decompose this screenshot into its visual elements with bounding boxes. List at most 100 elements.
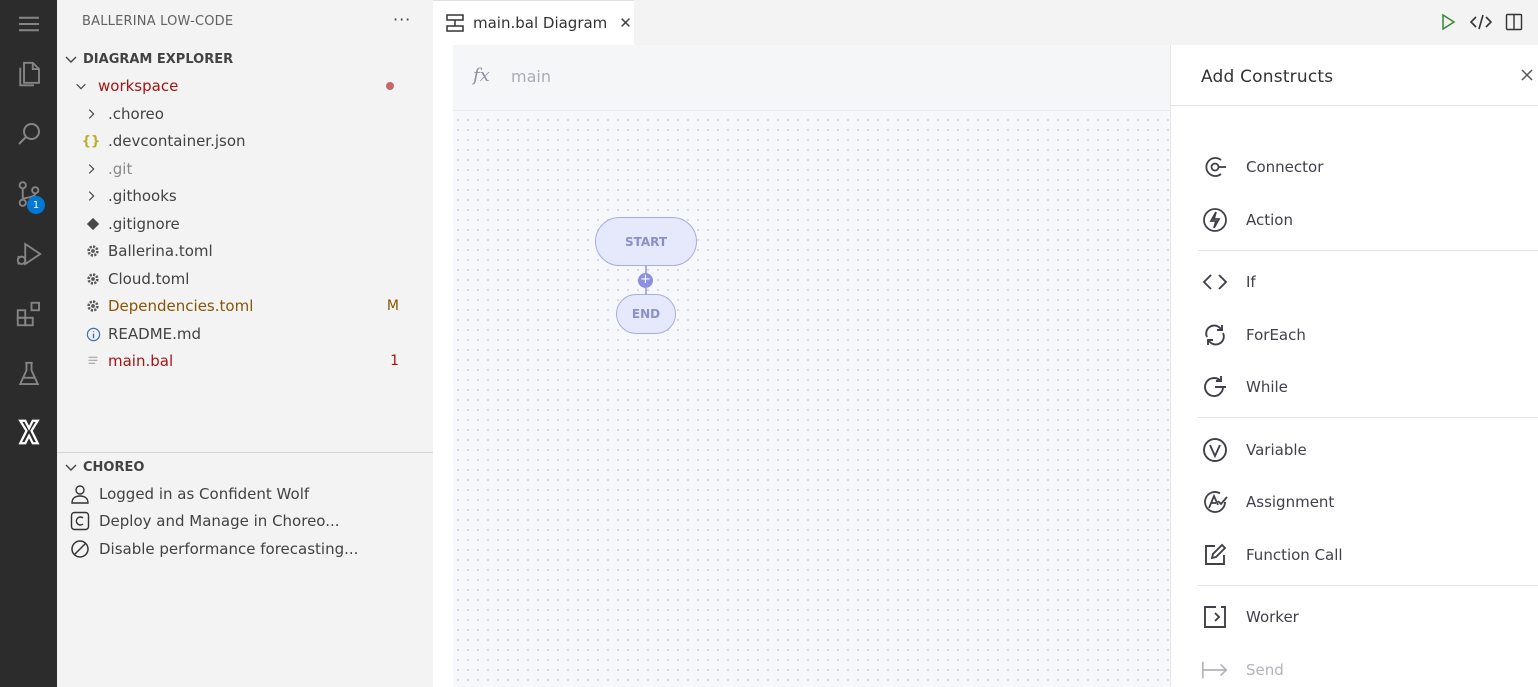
choreo-item-label: Disable performance forecasting... xyxy=(99,540,359,558)
add-construct-plus-button[interactable]: + xyxy=(638,273,653,288)
angle-brackets-icon xyxy=(1201,268,1229,296)
construct-label: Connector xyxy=(1246,158,1324,176)
show-source-icon[interactable] xyxy=(1470,11,1492,33)
construct-connector[interactable]: Connector xyxy=(1201,151,1323,183)
tree-label: Ballerina.toml xyxy=(108,242,213,260)
git-diamond-icon xyxy=(85,216,101,232)
construct-label: Action xyxy=(1246,211,1293,229)
ballerina-icon[interactable] xyxy=(0,408,57,456)
more-actions-icon[interactable]: ··· xyxy=(393,10,411,29)
chevron-right-icon xyxy=(83,106,99,122)
diagram-icon xyxy=(446,14,464,32)
group-divider xyxy=(1198,585,1538,586)
sidebar-title: BALLERINA LOW-CODE xyxy=(82,14,234,29)
diagram-explorer-header[interactable]: DIAGRAM EXPLORER xyxy=(63,48,233,70)
tree-file-dependencies-toml[interactable]: Dependencies.toml M xyxy=(57,293,433,319)
tree-label: Dependencies.toml xyxy=(108,297,254,315)
construct-label: Worker xyxy=(1246,608,1299,626)
choreo-deploy-manage[interactable]: Deploy and Manage in Choreo... xyxy=(69,508,340,534)
diagram-explorer-title: DIAGRAM EXPLORER xyxy=(83,51,234,67)
close-icon[interactable] xyxy=(1519,67,1535,83)
construct-label: Function Call xyxy=(1246,546,1343,564)
diagram-canvas[interactable] xyxy=(453,45,1170,687)
explorer-files-icon[interactable] xyxy=(0,50,57,98)
construct-function-call[interactable]: Function Call xyxy=(1201,539,1343,571)
tree-file-ballerina-toml[interactable]: Ballerina.toml xyxy=(57,238,433,264)
chevron-down-icon xyxy=(73,78,89,94)
construct-label: Assignment xyxy=(1246,493,1335,511)
tree-label: .git xyxy=(108,160,133,178)
run-debug-icon[interactable] xyxy=(0,230,57,278)
tree-file-readme[interactable]: README.md xyxy=(57,321,433,347)
function-fx-icon: fx xyxy=(473,65,490,86)
tree-label: .choreo xyxy=(108,105,164,123)
search-icon[interactable] xyxy=(0,110,57,158)
construct-variable[interactable]: Variable xyxy=(1201,434,1307,466)
choreo-disable-forecasting[interactable]: Disable performance forecasting... xyxy=(69,536,358,562)
end-node[interactable]: END xyxy=(616,294,676,334)
modified-dot-icon xyxy=(386,82,394,90)
start-label: START xyxy=(624,234,668,249)
extensions-icon[interactable] xyxy=(0,290,57,338)
tree-label: .githooks xyxy=(108,187,177,205)
construct-worker[interactable]: Worker xyxy=(1201,601,1299,633)
tree-folder-choreo[interactable]: .choreo xyxy=(57,101,433,127)
chevron-down-icon xyxy=(65,464,77,471)
construct-action[interactable]: Action xyxy=(1201,204,1293,236)
chevron-right-icon xyxy=(83,188,99,204)
sidebar: BALLERINA LOW-CODE ··· DIAGRAM EXPLORER … xyxy=(57,0,433,687)
error-count-decoration: 1 xyxy=(390,353,399,369)
choreo-header[interactable]: CHOREO xyxy=(63,456,144,478)
construct-assignment[interactable]: Assignment xyxy=(1201,486,1334,518)
menu-icon[interactable] xyxy=(0,0,57,48)
loop-arrows-icon xyxy=(1201,321,1229,349)
tree-file-devcontainer[interactable]: {} .devcontainer.json xyxy=(57,128,433,154)
variable-icon xyxy=(1201,436,1229,464)
edit-square-icon xyxy=(1201,541,1229,569)
diagram-editor: fx main START + END xyxy=(433,45,1170,687)
construct-label: If xyxy=(1246,273,1256,291)
gear-icon xyxy=(85,243,101,259)
worker-icon xyxy=(1201,603,1229,631)
tree-label: README.md xyxy=(108,325,202,343)
tree-label: main.bal xyxy=(108,352,174,370)
person-icon xyxy=(69,483,91,505)
tree-folder-githooks[interactable]: .githooks xyxy=(57,183,433,209)
gear-icon xyxy=(85,271,101,287)
construct-label: Send xyxy=(1246,661,1284,679)
tab-main-bal-diagram[interactable]: main.bal Diagram ✕ xyxy=(433,0,634,45)
modified-decoration: M xyxy=(386,298,399,314)
testing-flask-icon[interactable] xyxy=(0,350,57,398)
while-loop-icon xyxy=(1201,373,1229,401)
panel-title: Add Constructs xyxy=(1201,67,1334,87)
source-control-badge: 1 xyxy=(27,196,45,214)
section-divider xyxy=(57,452,433,453)
tree-label: .gitignore xyxy=(108,215,180,233)
construct-label: While xyxy=(1246,378,1288,396)
construct-while[interactable]: While xyxy=(1201,371,1288,403)
group-divider xyxy=(1198,417,1538,418)
construct-foreach[interactable]: ForEach xyxy=(1201,319,1306,351)
tree-file-cloud-toml[interactable]: Cloud.toml xyxy=(57,266,433,292)
json-braces-icon: {} xyxy=(81,133,101,149)
tree-folder-git[interactable]: .git xyxy=(57,156,433,182)
construct-if[interactable]: If xyxy=(1201,266,1256,298)
start-node[interactable]: START xyxy=(595,217,697,266)
choreo-logged-in[interactable]: Logged in as Confident Wolf xyxy=(69,481,309,507)
tree-label: .devcontainer.json xyxy=(108,132,246,150)
choreo-logo-icon xyxy=(69,510,91,532)
construct-label: Variable xyxy=(1246,441,1307,459)
connector-icon xyxy=(1201,153,1229,181)
close-tab-icon[interactable]: ✕ xyxy=(619,14,632,32)
editor-tab-bar: main.bal Diagram ✕ xyxy=(433,0,1538,45)
end-label: END xyxy=(631,307,661,321)
gear-icon xyxy=(85,298,101,314)
run-icon[interactable] xyxy=(1437,11,1459,33)
split-editor-icon[interactable] xyxy=(1503,11,1525,33)
activity-bar: 1 xyxy=(0,0,57,687)
text-file-icon xyxy=(85,353,101,369)
tree-file-main-bal[interactable]: main.bal 1 xyxy=(57,348,433,374)
group-divider xyxy=(1198,250,1538,251)
tree-folder-workspace[interactable]: workspace xyxy=(57,73,433,99)
tree-file-gitignore[interactable]: .gitignore xyxy=(57,211,433,237)
